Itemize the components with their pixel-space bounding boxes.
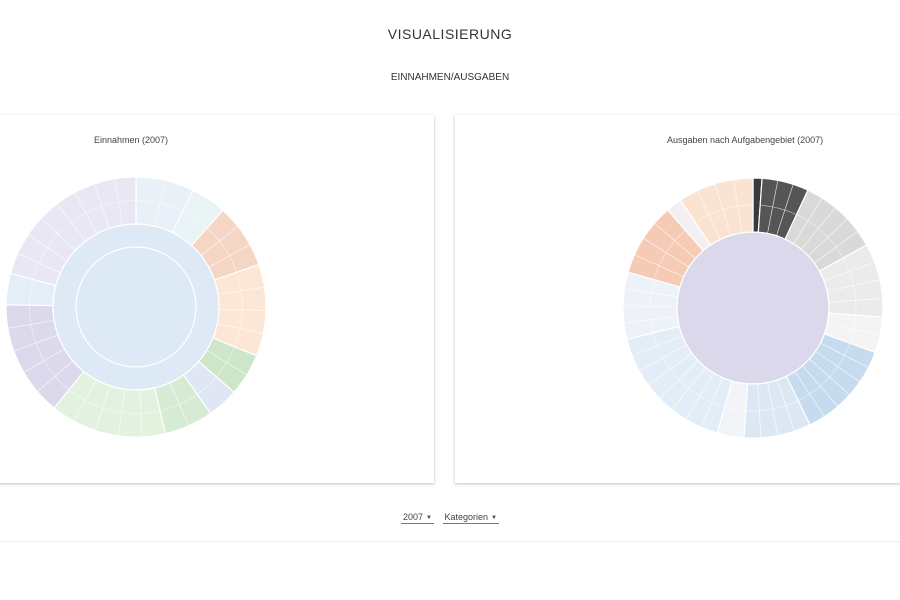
chevron-down-icon: ▼ (491, 514, 497, 521)
sunburst-ring1-segment-0[interactable] (676, 231, 830, 385)
income-sunburst (5, 176, 267, 438)
page-subtitle: EINNAHMEN/AUSGABEN (390, 72, 510, 83)
year-select[interactable]: 2007 ▼ (401, 512, 434, 524)
income-chart-panel: Einnahmen (2007) (0, 115, 434, 483)
category-select[interactable]: Kategorien ▼ (442, 512, 499, 524)
year-select-value: 2007 (403, 512, 424, 522)
controls-bar: 2007 ▼ Kategorien ▼ (0, 512, 900, 524)
footer-divider (0, 541, 900, 542)
category-select-value: Kategorien (444, 512, 489, 522)
expense-chart-panel: Ausgaben nach Aufgabengebiet (2007) (455, 115, 900, 483)
chevron-down-icon: ▼ (426, 514, 432, 521)
sunburst-ring2-segment-0[interactable] (52, 223, 220, 391)
page-title: VISUALISIERUNG (387, 26, 513, 42)
expense-sunburst (622, 177, 884, 439)
